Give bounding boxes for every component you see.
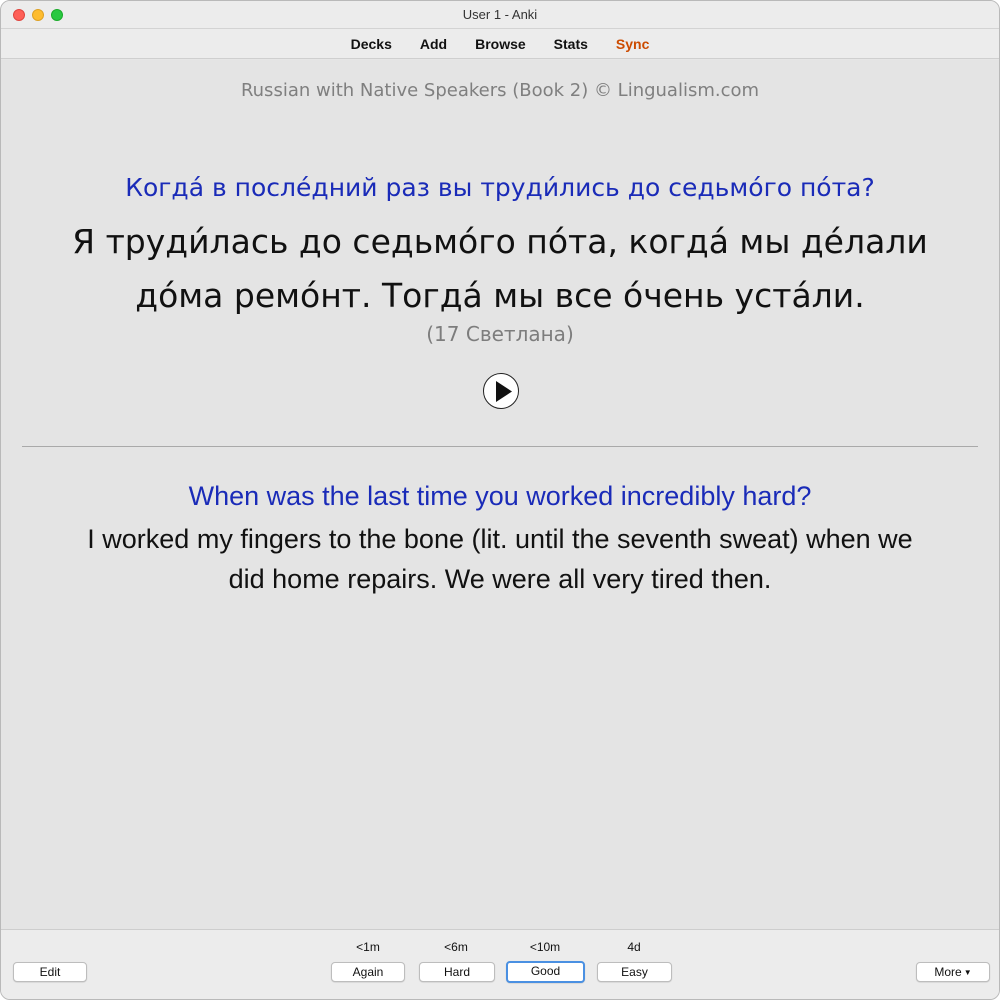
easy-interval: 4d [627,940,641,954]
toolbar-browse[interactable]: Browse [461,36,540,52]
again-button[interactable]: Again [331,962,405,982]
good-interval: <10m [529,940,561,954]
toolbar-decks[interactable]: Decks [337,36,406,52]
russian-answer-line-2: до́ма ремо́нт. Тогда́ мы все о́чень уста… [135,276,865,315]
english-question: When was the last time you worked incred… [188,481,812,511]
again-interval: <1m [356,940,380,954]
answer-divider [22,446,978,447]
edit-button[interactable]: Edit [13,962,87,982]
russian-answer-line-1: Я труди́лась до седьмо́го по́та, когда́ … [72,222,928,261]
toolbar-add[interactable]: Add [406,36,461,52]
window-title: User 1 - Anki [462,7,538,22]
russian-question: Когда́ в после́дний раз вы труди́лись до… [125,173,875,202]
review-bottom-bar: Edit <1m Again <6m Hard <10m Good 4d Eas… [1,929,999,999]
title-bar: User 1 - Anki [1,1,999,29]
hard-interval: <6m [444,940,468,954]
toolbar-sync[interactable]: Sync [602,36,663,52]
speaker-label: (17 Светлана) [426,322,574,346]
russian-answer: Я труди́лась до седьмо́го по́та, когда́ … [41,215,959,323]
main-toolbar: Decks Add Browse Stats Sync [1,29,999,59]
good-button[interactable]: Good [506,961,585,983]
toolbar-stats[interactable]: Stats [540,36,602,52]
more-button-label: More [934,965,962,979]
anki-window: User 1 - Anki Decks Add Browse Stats Syn… [0,0,1000,1000]
easy-button[interactable]: Easy [597,962,672,982]
more-button[interactable]: More ▼ [916,962,990,982]
chevron-down-icon: ▼ [963,968,972,977]
card-view: Russian with Native Speakers (Book 2) © … [1,60,999,929]
deck-copyright: Russian with Native Speakers (Book 2) © … [240,80,760,101]
hard-button[interactable]: Hard [419,962,495,982]
english-answer-line-2: did home repairs. We were all very tired… [228,564,772,594]
english-answer-line-1: I worked my fingers to the bone (lit. un… [87,524,913,554]
play-audio-button[interactable] [483,373,519,409]
english-answer: I worked my fingers to the bone (lit. un… [31,519,969,599]
play-icon [496,381,512,402]
